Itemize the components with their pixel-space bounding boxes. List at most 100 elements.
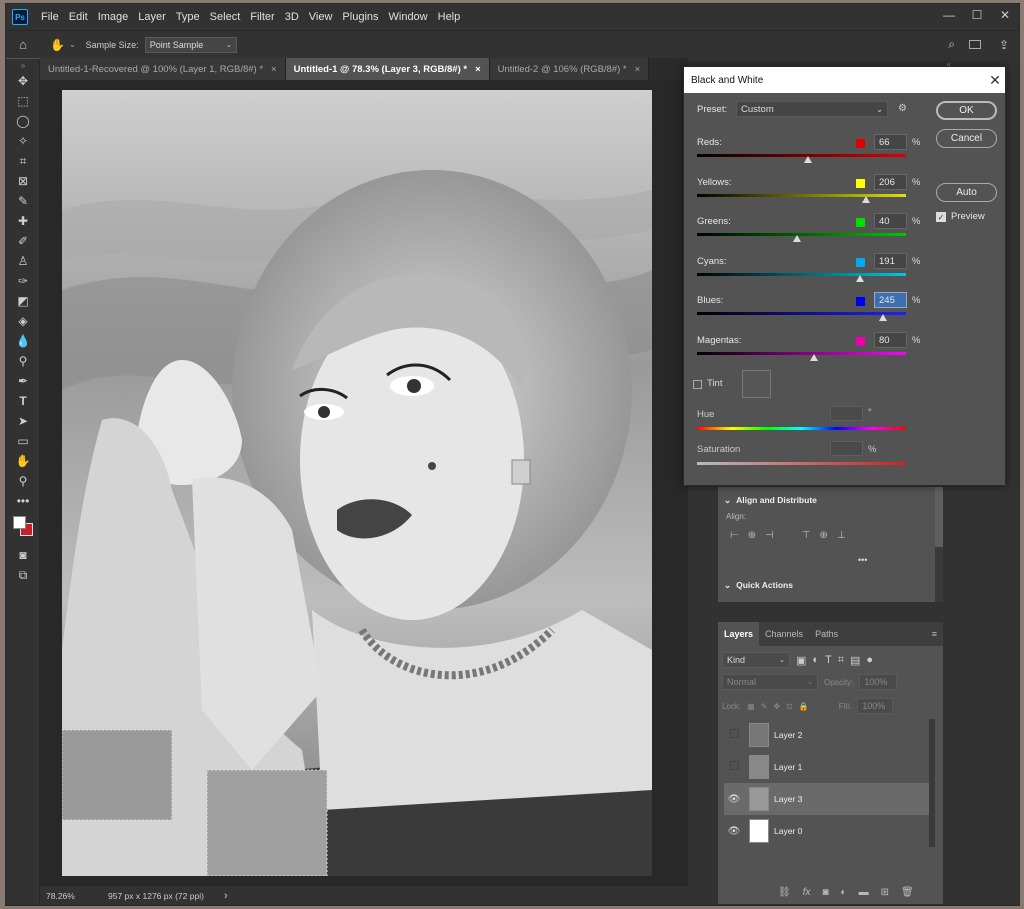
more-tools-icon[interactable]: ••• [6,491,40,511]
crop-tool-icon[interactable]: ⌗ [6,151,40,171]
home-icon[interactable]: ⌂ [6,37,40,52]
tool-preset-dropdown-icon[interactable]: ⌄ [69,40,76,49]
workspace-icon[interactable] [969,40,981,49]
saturation-field[interactable] [830,441,863,456]
visibility-off-icon[interactable] [724,729,744,741]
close-icon[interactable]: × [475,64,481,75]
link-layers-icon[interactable]: ⛓ [778,887,791,898]
eyedropper-tool-icon[interactable]: ✋ [50,38,65,52]
channel-value-field[interactable]: 66 [874,134,907,150]
healing-brush-icon[interactable]: ✚ [6,211,40,231]
quick-actions-header[interactable]: ⌄ Quick Actions [724,580,793,591]
channel-slider-track[interactable] [697,154,906,157]
zoom-tool-icon[interactable]: ⚲ [6,471,40,491]
channel-slider-track[interactable] [697,351,906,355]
brush-tool-icon[interactable]: ✐ [6,231,40,251]
new-layer-icon[interactable]: ⊞ [881,887,889,898]
align-middle-icon[interactable]: ⊕ [820,530,828,541]
filter-pixel-icon[interactable]: ▣ [796,654,806,667]
tab-untitled-1[interactable]: Untitled-1 @ 78.3% (Layer 3, RGB/8#) * × [285,58,490,80]
align-center-icon[interactable]: ⊕ [748,530,756,541]
canvas-area[interactable] [40,80,688,886]
close-icon[interactable]: × [271,64,277,75]
layer-row-layer-1[interactable]: Layer 1 [724,751,929,783]
more-options-icon[interactable]: ••• [858,555,867,565]
cancel-button[interactable]: Cancel [936,129,997,148]
tab-paths[interactable]: Paths [809,629,844,639]
layer-row-layer-2[interactable]: Layer 2 [724,719,929,751]
lock-paint-icon[interactable]: ✎ [761,702,768,711]
align-left-icon[interactable]: ⊢ [730,530,739,541]
hand-tool-icon[interactable]: ✋ [6,451,40,471]
channel-value-field[interactable]: 245 [874,292,907,308]
eraser-tool-icon[interactable]: ◩ [6,291,40,311]
blend-mode-select[interactable]: Normal ⌄ [722,674,818,690]
preset-options-gear-icon[interactable]: ⚙ [898,103,907,114]
menu-select[interactable]: Select [205,11,246,23]
preset-select[interactable]: Custom ⌄ [736,101,888,117]
marquee-tool-icon[interactable]: ⬚ [6,91,40,111]
type-tool-icon[interactable]: T [6,391,40,411]
menu-layer[interactable]: Layer [133,11,171,23]
screen-mode-icon[interactable]: ⧉ [6,565,40,585]
new-group-icon[interactable]: ▬ [859,887,869,898]
paint-bucket-icon[interactable]: ◈ [6,311,40,331]
menu-view[interactable]: View [304,11,338,23]
zoom-level[interactable]: 78.26% [46,891,96,901]
tab-untitled-1-recovered[interactable]: Untitled-1-Recovered @ 100% (Layer 1, RG… [40,58,286,80]
menu-file[interactable]: File [36,11,64,23]
channel-slider-track[interactable] [697,272,906,276]
new-adjustment-icon[interactable]: ◐ [841,887,847,898]
close-icon[interactable]: × [635,64,641,75]
close-window-button[interactable]: ✕ [991,4,1019,26]
channel-slider-thumb[interactable] [810,353,819,361]
hue-slider[interactable] [697,427,906,430]
delete-layer-icon[interactable]: 🗑 [901,887,914,898]
layer-style-icon[interactable]: fx [803,887,811,898]
align-right-icon[interactable]: ⊣ [765,530,774,541]
channel-slider-thumb[interactable] [793,235,802,242]
menu-help[interactable]: Help [433,11,466,23]
foreground-color-swatch[interactable] [13,516,26,529]
channel-value-field[interactable]: 206 [874,173,907,190]
move-tool-icon[interactable]: ✥ [6,71,40,91]
lock-transparency-icon[interactable]: ▦ [747,702,755,711]
layers-scrollbar[interactable] [929,719,935,847]
hue-field[interactable] [830,406,863,421]
saturation-slider[interactable] [697,462,906,465]
align-section-header[interactable]: ⌄ Align and Distribute [724,495,817,506]
menu-plugins[interactable]: Plugins [337,11,383,23]
tab-untitled-2[interactable]: Untitled-2 @ 106% (RGB/8#) * × [489,58,650,80]
ok-button[interactable]: OK [936,101,997,120]
dodge-tool-icon[interactable]: ⚲ [6,351,40,371]
pen-tool-icon[interactable]: ✒ [6,371,40,391]
channel-slider-track[interactable] [697,312,906,315]
frame-tool-icon[interactable]: ⊠ [6,171,40,191]
path-selection-icon[interactable]: ➤ [6,411,40,431]
channel-slider-track[interactable] [697,193,906,197]
menu-image[interactable]: Image [93,11,134,23]
filter-toggle-icon[interactable]: ● [866,654,873,666]
channel-slider-thumb[interactable] [803,156,812,163]
tint-checkbox[interactable] [693,380,702,389]
lasso-tool-icon[interactable]: ◯ [6,111,40,131]
filter-shape-icon[interactable]: ⌗ [838,654,844,667]
layer-row-layer-3[interactable]: 👁 Layer 3 [724,783,929,815]
search-icon[interactable]: ⌕ [948,37,955,52]
eye-icon[interactable]: 👁 [724,826,744,837]
magic-wand-tool-icon[interactable]: ✧ [6,131,40,151]
channel-slider-thumb[interactable] [862,195,871,203]
collapse-icon[interactable]: » [6,59,40,71]
filter-smart-icon[interactable]: ▤ [850,654,860,667]
lock-artboard-icon[interactable]: ⊡ [786,702,793,711]
rectangle-tool-icon[interactable]: ▭ [6,431,40,451]
opacity-field[interactable]: 100% [859,674,898,690]
eyedropper-icon[interactable]: ✎ [6,191,40,211]
channel-value-field[interactable]: 191 [874,252,907,269]
share-icon[interactable]: ⇪ [999,38,1009,52]
align-top-icon[interactable]: ⊤ [802,530,811,541]
channel-slider-thumb[interactable] [879,314,887,321]
filter-adjustment-icon[interactable]: ◐ [812,654,819,666]
tab-layers[interactable]: Layers [718,622,760,646]
panel-scrollbar[interactable] [935,487,943,602]
